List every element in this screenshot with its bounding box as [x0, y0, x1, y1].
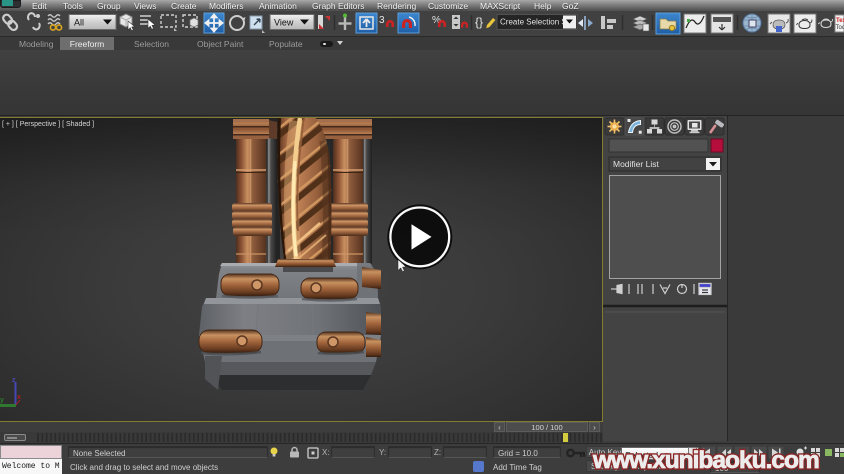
svg-text:{}: {} — [475, 15, 483, 29]
svg-text:Tex: Tex — [836, 18, 844, 24]
svg-text:3: 3 — [379, 15, 385, 26]
svg-text:Modifier List: Modifier List — [613, 159, 659, 169]
svg-text:All: All — [74, 18, 84, 28]
svg-text:y: y — [0, 397, 4, 404]
svg-text:View: View — [274, 18, 294, 28]
svg-text:z: z — [12, 377, 16, 384]
svg-text:Create Selection Se: Create Selection Se — [500, 18, 572, 27]
svg-text:Tool: Tool — [836, 25, 844, 31]
svg-text:x: x — [17, 394, 21, 401]
